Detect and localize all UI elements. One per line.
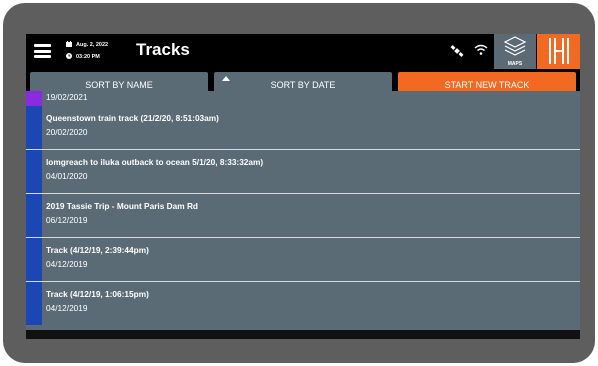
sort-by-name-label: SORT BY NAME [85,79,153,90]
date-text: Aug. 2, 2022 [76,42,109,48]
track-name: Track (4/12/19, 2:39:44pm) [46,245,149,255]
sort-ascending-icon [222,76,230,81]
maps-button[interactable]: MAPS [494,34,536,69]
track-color-stripe [26,238,42,281]
list-item[interactable]: Track (4/12/19, 2:39:44pm) 04/12/2019 [26,238,580,282]
clock-icon [66,53,72,59]
list-item[interactable]: 2019 Tassie Trip - Mount Paris Dam Rd 06… [26,194,580,238]
list-item[interactable]: Track (4/12/19, 1:06:15pm) 04/12/2019 [26,282,580,325]
satellite-icon [450,45,464,57]
track-date: 20/02/2020 [46,127,88,137]
maps-label: MAPS [507,61,523,67]
list-item[interactable]: lomgreach to iluka outback to ocean 5/1/… [26,150,580,194]
track-name: Queenstown train track (21/2/20, 8:51:03… [46,113,219,123]
track-date: 04/12/2019 [46,259,88,269]
track-date: 04/01/2020 [46,171,88,181]
sort-by-date-label: SORT BY DATE [270,79,336,90]
device-frame: Aug. 2, 2022 03:20 PM Tracks MAPS SORT B… [3,3,595,363]
track-color-stripe [26,91,42,106]
status-date: Aug. 2, 2022 [66,41,108,48]
hema-logo-icon [549,38,569,64]
track-name: Track (4/12/19, 1:06:15pm) [46,289,149,299]
layers-icon [503,36,527,56]
hema-logo-button[interactable] [537,34,580,69]
list-item[interactable]: Queenstown train track (21/2/20, 8:51:03… [26,106,580,150]
wifi-icon [474,44,488,55]
app-screen: Aug. 2, 2022 03:20 PM Tracks MAPS SORT B… [26,34,580,339]
calendar-icon [66,41,72,47]
track-list[interactable]: 19/02/2021 Queenstown train track (21/2/… [26,91,580,339]
list-bottom-edge [26,330,580,339]
track-date: 04/12/2019 [46,303,88,313]
status-time: 03:20 PM [66,53,100,60]
track-color-stripe [26,150,42,193]
track-color-stripe [26,106,42,149]
track-name: lomgreach to iluka outback to ocean 5/1/… [46,157,264,167]
track-date: 19/02/2021 [46,92,88,102]
page-title: Tracks [136,40,190,59]
start-new-track-label: START NEW TRACK [444,79,530,90]
track-name: 2019 Tassie Trip - Mount Paris Dam Rd [46,201,199,211]
time-text: 03:20 PM [76,54,100,60]
track-color-stripe [26,282,42,325]
track-date: 06/12/2019 [46,215,88,225]
menu-icon[interactable] [34,44,51,58]
list-item[interactable]: 19/02/2021 [26,91,580,107]
top-bar: Aug. 2, 2022 03:20 PM Tracks MAPS [26,34,580,69]
track-color-stripe [26,194,42,237]
